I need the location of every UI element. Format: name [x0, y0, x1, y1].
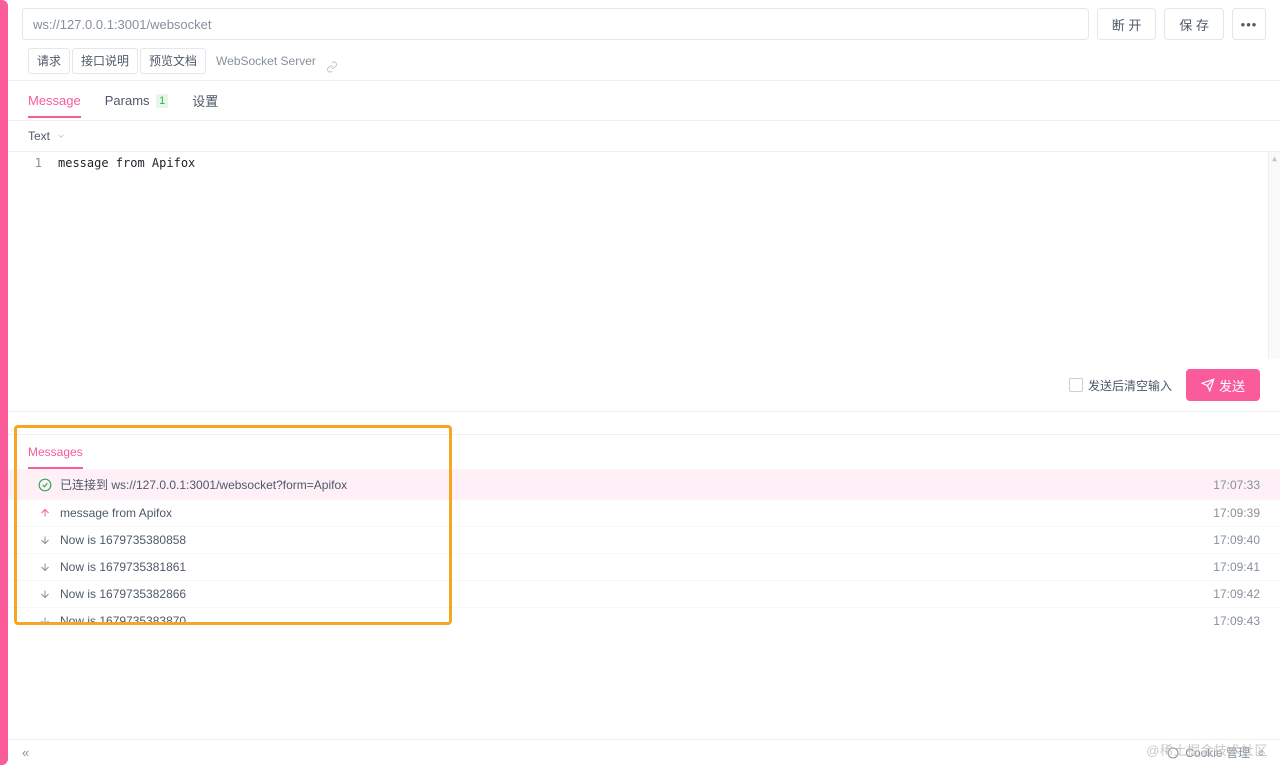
- more-button[interactable]: •••: [1232, 8, 1266, 40]
- messages-tabs: Messages: [8, 435, 1280, 469]
- arrow-down-icon: [38, 614, 52, 628]
- message-text: Now is 1679735383870: [60, 614, 1213, 628]
- message-text: message from Apifox: [60, 506, 1213, 520]
- tab-ws-server: WebSocket Server: [208, 48, 324, 74]
- request-tabs: Message Params 1 设置: [8, 81, 1280, 121]
- send-icon: [1201, 378, 1215, 392]
- clear-after-send-option[interactable]: 发送后清空输入: [1069, 377, 1172, 394]
- code-line: message from Apifox: [52, 152, 195, 359]
- url-input[interactable]: [22, 8, 1089, 40]
- send-bar: 发送后清空输入 发送: [8, 359, 1280, 412]
- tab-params[interactable]: Params 1: [105, 83, 169, 118]
- tab-message[interactable]: Message: [28, 83, 81, 118]
- cookie-icon: [1167, 747, 1179, 759]
- message-time: 17:09:42: [1213, 587, 1260, 601]
- message-row[interactable]: 已连接到 ws://127.0.0.1:3001/websocket?form=…: [8, 469, 1280, 499]
- tab-request[interactable]: 请求: [28, 48, 70, 74]
- sidebar-strip: [0, 0, 8, 765]
- body-type-label: Text: [28, 129, 50, 143]
- tab-messages[interactable]: Messages: [28, 435, 83, 469]
- message-time: 17:09:39: [1213, 506, 1260, 520]
- message-time: 17:07:33: [1213, 478, 1260, 492]
- chevron-down-icon: [56, 131, 66, 141]
- params-label: Params: [105, 93, 150, 108]
- save-button[interactable]: 保 存: [1164, 8, 1224, 40]
- checkbox-icon: [1069, 378, 1083, 392]
- body-type-selector[interactable]: Text: [8, 121, 1280, 151]
- cookie-label: Cookie 管理: [1185, 744, 1250, 761]
- arrow-down-icon: [38, 560, 52, 574]
- tab-settings[interactable]: 设置: [192, 81, 218, 120]
- message-time: 17:09:40: [1213, 533, 1260, 547]
- tab-interface-desc[interactable]: 接口说明: [72, 48, 138, 74]
- cookie-manage[interactable]: Cookie 管理: [1167, 744, 1266, 761]
- message-row[interactable]: Now is 167973538085817:09:40: [8, 526, 1280, 553]
- scroll-up-icon[interactable]: ▲: [1269, 152, 1280, 164]
- bottom-bar: « Cookie 管理: [8, 739, 1280, 765]
- message-time: 17:09:41: [1213, 560, 1260, 574]
- dots-icon: •••: [1241, 17, 1258, 32]
- message-row[interactable]: Now is 167973538286617:09:42: [8, 580, 1280, 607]
- line-number: 1: [8, 156, 42, 170]
- mod-tabs: 请求 接口说明 预览文档 WebSocket Server: [8, 48, 1280, 81]
- top-bar: 断 开 保 存 •••: [8, 0, 1280, 48]
- message-text: 已连接到 ws://127.0.0.1:3001/websocket?form=…: [60, 476, 1213, 493]
- message-row[interactable]: Now is 167973538186117:09:41: [8, 553, 1280, 580]
- link-icon: [326, 61, 338, 73]
- arrow-down-icon: [38, 533, 52, 547]
- clear-after-send-label: 发送后清空输入: [1088, 377, 1172, 394]
- arrow-up-icon: [38, 506, 52, 520]
- expand-icon: [1256, 748, 1266, 758]
- send-button[interactable]: 发送: [1186, 369, 1260, 401]
- main-content: 断 开 保 存 ••• 请求 接口说明 预览文档 WebSocket Serve…: [8, 0, 1280, 765]
- message-row[interactable]: Now is 167973538387017:09:43: [8, 607, 1280, 634]
- code-gutter: 1: [8, 152, 52, 359]
- arrow-down-icon: [38, 587, 52, 601]
- code-editor[interactable]: 1 message from Apifox ▲: [8, 151, 1280, 359]
- send-label: 发送: [1219, 376, 1245, 395]
- message-text: Now is 1679735380858: [60, 533, 1213, 547]
- tab-preview-doc[interactable]: 预览文档: [140, 48, 206, 74]
- message-time: 17:09:43: [1213, 614, 1260, 628]
- message-text: Now is 1679735381861: [60, 560, 1213, 574]
- message-row[interactable]: message from Apifox17:09:39: [8, 499, 1280, 526]
- code-scrollbar[interactable]: ▲: [1268, 152, 1280, 359]
- disconnect-button[interactable]: 断 开: [1097, 8, 1157, 40]
- message-text: Now is 1679735382866: [60, 587, 1213, 601]
- spacer: [8, 412, 1280, 434]
- messages-section: Messages 已连接到 ws://127.0.0.1:3001/websoc…: [8, 434, 1280, 634]
- check-circle-icon: [38, 478, 52, 492]
- collapse-button[interactable]: «: [22, 745, 29, 760]
- messages-list: 已连接到 ws://127.0.0.1:3001/websocket?form=…: [8, 469, 1280, 634]
- params-badge: 1: [156, 94, 168, 108]
